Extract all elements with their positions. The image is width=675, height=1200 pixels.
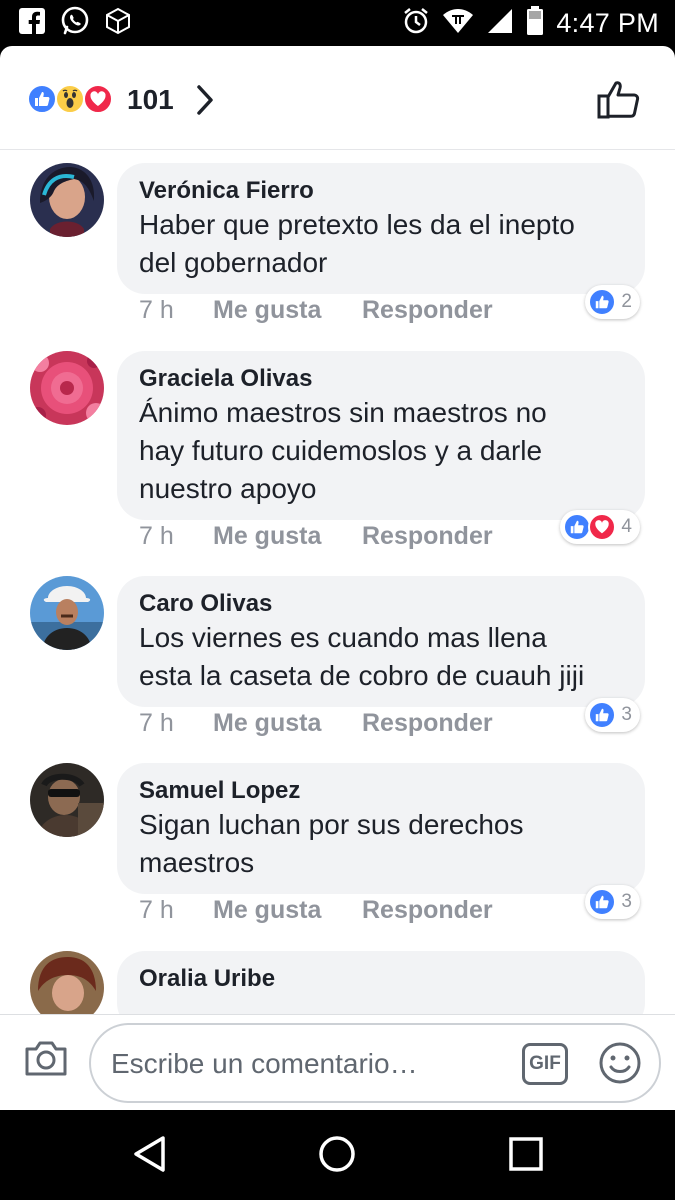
comment-time: 7 h xyxy=(139,709,174,737)
comment-author[interactable]: Verónica Fierro xyxy=(139,176,623,206)
reply-link[interactable]: Responder xyxy=(362,522,493,551)
comment-reactions[interactable]: 2 xyxy=(585,285,640,319)
home-icon[interactable] xyxy=(317,1134,357,1179)
reaction-count: 4 xyxy=(621,516,632,537)
comment-placeholder: Escribe un comentario… xyxy=(111,1048,418,1079)
reactions-summary[interactable]: 101 xyxy=(0,46,675,150)
comment-text-line: del gobernador xyxy=(139,247,328,278)
reaction-count: 101 xyxy=(127,84,174,115)
wifi-icon xyxy=(442,7,474,40)
avatar[interactable] xyxy=(30,576,104,650)
emoji-icon[interactable] xyxy=(598,1041,642,1090)
comment-actions: 7 h Me gusta Responder xyxy=(139,296,493,325)
love-reaction-icon xyxy=(83,84,113,114)
comment-bubble[interactable]: Caro Olivas Los viernes es cuando mas ll… xyxy=(117,576,645,707)
battery-icon xyxy=(526,6,544,41)
reaction-count: 2 xyxy=(621,291,632,312)
comment-text-line: Haber que pretexto les da el inepto xyxy=(139,209,575,240)
navigation-bar xyxy=(0,1110,675,1200)
like-reaction-icon xyxy=(588,888,617,916)
like-link[interactable]: Me gusta xyxy=(213,296,362,325)
whatsapp-icon xyxy=(60,6,90,41)
like-reaction-icon xyxy=(563,513,592,541)
comment-text-line: esta la caseta de cobro de cuauh jiji xyxy=(139,660,585,691)
comment-text-line: maestros xyxy=(139,847,255,878)
comment-bubble[interactable]: Samuel Lopez Sigan luchan por sus derech… xyxy=(117,763,645,894)
comment-time: 7 h xyxy=(139,522,174,550)
back-icon[interactable] xyxy=(130,1134,170,1179)
camera-icon[interactable] xyxy=(24,1039,68,1082)
like-link[interactable]: Me gusta xyxy=(213,709,362,738)
reply-link[interactable]: Responder xyxy=(362,709,493,738)
like-reaction-icon xyxy=(588,288,617,316)
comment-text-line: Los viernes es cuando mas llena xyxy=(139,622,547,653)
comment-bubble[interactable]: Graciela Olivas Ánimo maestros sin maest… xyxy=(117,351,645,520)
recents-icon[interactable] xyxy=(506,1134,546,1179)
like-reaction-icon xyxy=(27,84,57,114)
like-link[interactable]: Me gusta xyxy=(213,896,362,925)
like-link[interactable]: Me gusta xyxy=(213,522,362,551)
wow-reaction-icon xyxy=(55,84,85,114)
screen: 4:47 PM 101 Verónica Fierro Haber que pr… xyxy=(0,0,675,1200)
comment-actions: 7 h Me gusta Responder xyxy=(139,896,493,925)
comment-text-line: Sigan luchan por sus derechos xyxy=(139,809,524,840)
comment-text-line: hay futuro cuidemoslos y a darle xyxy=(139,435,543,466)
thumbs-up-outline-icon[interactable] xyxy=(596,78,642,125)
comments-list[interactable]: Verónica Fierro Haber que pretexto les d… xyxy=(0,151,675,1014)
like-reaction-icon xyxy=(588,701,617,729)
avatar[interactable] xyxy=(30,951,104,1014)
comment-actions: 7 h Me gusta Responder xyxy=(139,522,493,551)
reaction-count: 3 xyxy=(621,704,632,725)
comment-composer: Escribe un comentario… GIF xyxy=(0,1014,675,1110)
comment-author[interactable]: Caro Olivas xyxy=(139,589,623,619)
comment-reactions[interactable]: 3 xyxy=(585,885,640,919)
comment-input[interactable]: Escribe un comentario… GIF xyxy=(89,1023,661,1103)
clock-time: 4:47 PM xyxy=(556,8,659,38)
comment-reactions[interactable]: 3 xyxy=(585,698,640,732)
comment-time: 7 h xyxy=(139,296,174,324)
avatar[interactable] xyxy=(30,163,104,237)
alarm-icon xyxy=(402,7,430,40)
chevron-right-icon[interactable] xyxy=(190,82,220,123)
comment-author[interactable]: Samuel Lopez xyxy=(139,776,623,806)
status-bar: 4:47 PM xyxy=(0,0,675,46)
comment-time: 7 h xyxy=(139,896,174,924)
comment-author[interactable]: Graciela Olivas xyxy=(139,364,623,394)
comment-text-line: nuestro apoyo xyxy=(139,473,317,504)
reply-link[interactable]: Responder xyxy=(362,896,493,925)
signal-icon xyxy=(486,7,514,40)
comment-bubble[interactable]: Oralia Uribe xyxy=(117,951,645,1014)
gif-button[interactable]: GIF xyxy=(522,1043,568,1085)
facebook-icon xyxy=(18,7,46,40)
avatar[interactable] xyxy=(30,763,104,837)
comment-bubble[interactable]: Verónica Fierro Haber que pretexto les d… xyxy=(117,163,645,294)
comments-sheet: 101 Verónica Fierro Haber que pretexto l… xyxy=(0,46,675,1110)
comment-author[interactable]: Oralia Uribe xyxy=(139,964,623,994)
comment-reactions[interactable]: 4 xyxy=(560,510,640,544)
reaction-count: 3 xyxy=(621,891,632,912)
reply-link[interactable]: Responder xyxy=(362,296,493,325)
avatar[interactable] xyxy=(30,351,104,425)
comment-text-line: Ánimo maestros sin maestros no xyxy=(139,397,547,428)
cube-icon xyxy=(104,7,132,40)
love-reaction-icon xyxy=(588,513,617,541)
comment-actions: 7 h Me gusta Responder xyxy=(139,709,493,738)
